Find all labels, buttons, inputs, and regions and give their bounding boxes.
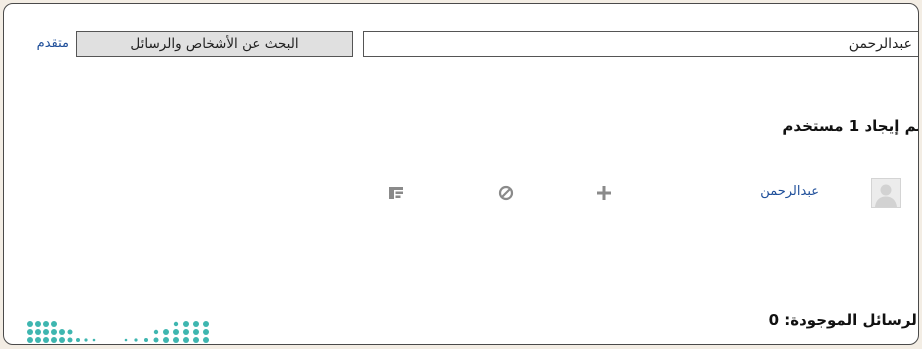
users-found-heading: تم إيجاد 1 مستخدم bbox=[782, 117, 919, 135]
search-people-messages-button[interactable]: البحث عن الأشخاص والرسائل bbox=[76, 31, 353, 57]
block-user-button[interactable] bbox=[496, 183, 516, 203]
message-icon bbox=[389, 187, 403, 199]
avatar-placeholder-icon bbox=[872, 179, 900, 207]
ministry-logo bbox=[27, 321, 209, 343]
user-name-link[interactable]: عبدالرحمن bbox=[760, 184, 819, 199]
search-input[interactable] bbox=[363, 31, 918, 57]
block-icon bbox=[498, 185, 514, 201]
messages-found-count: الرسائل الموجودة: 0 bbox=[768, 311, 919, 329]
search-bar: البحث عن الأشخاص والرسائل متقدم bbox=[4, 31, 918, 61]
plus-icon bbox=[597, 186, 611, 200]
user-result-row: عبدالرحمن bbox=[4, 174, 918, 214]
add-contact-button[interactable] bbox=[594, 183, 614, 203]
send-message-button[interactable] bbox=[386, 183, 406, 203]
search-panel: البحث عن الأشخاص والرسائل متقدم تم إيجاد… bbox=[3, 3, 919, 345]
avatar[interactable] bbox=[871, 178, 901, 208]
advanced-search-link[interactable]: متقدم bbox=[37, 36, 69, 51]
